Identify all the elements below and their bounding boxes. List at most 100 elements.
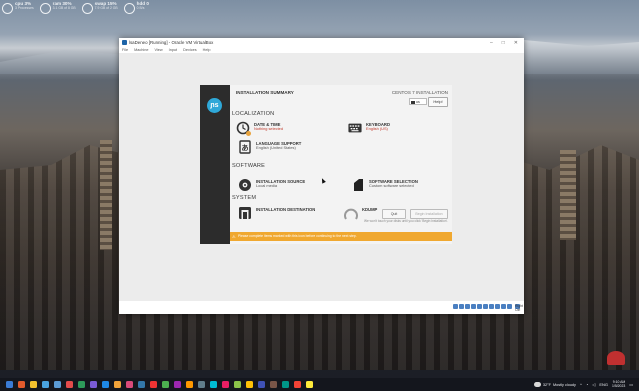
usb-status-icon[interactable] — [477, 304, 482, 309]
taskbar-app-icon[interactable] — [18, 381, 25, 388]
spoke-installation-source[interactable]: INSTALLATION SOURCE Local media — [238, 178, 305, 192]
svg-text:あ: あ — [242, 143, 249, 152]
virtualbox-window[interactable]: lsaDeneo [Running] - Oracle VM VirtualBo… — [119, 38, 524, 314]
spoke-status: Local media — [256, 183, 277, 189]
taskbar-app-icon[interactable] — [54, 381, 61, 388]
taskbar-app-icon[interactable] — [90, 381, 97, 388]
minimize-button[interactable]: – — [490, 40, 493, 46]
section-software: SOFTWARE — [232, 163, 266, 169]
weather-desc: Mostly cloudy — [552, 382, 576, 387]
volume-icon[interactable]: ◁ — [592, 382, 595, 387]
widget-detail: 3.1 GB of 8 GB — [52, 5, 76, 10]
shared-folder-status-icon[interactable] — [483, 304, 488, 309]
ring-gauge-icon — [81, 3, 93, 14]
spoke-software-selection[interactable]: SOFTWARE SELECTION Custom software selec… — [351, 178, 418, 192]
warning-icon — [246, 131, 251, 136]
spoke-status: English (United States) — [256, 145, 296, 151]
widget-detail: 7.9 GB of 2 GB — [94, 5, 118, 10]
weather-widget[interactable]: 32°F Mostly cloudy — [533, 382, 576, 387]
weather-temp: 32°F — [542, 382, 551, 387]
taskbar-app-icon[interactable] — [186, 381, 193, 388]
taskbar-app-icon[interactable] — [30, 381, 37, 388]
hdd-widget: hdd 00 B/s — [123, 1, 149, 14]
cpu-status-icon[interactable] — [501, 304, 506, 309]
incomplete-items-warning: Please complete items marked with this i… — [230, 232, 452, 241]
spoke-title: KDUMP — [362, 207, 378, 212]
tray-chevron-icon[interactable]: ^ — [580, 382, 582, 387]
kdump-icon — [344, 206, 358, 220]
taskbar-app-icon[interactable] — [234, 381, 241, 388]
begin-installation-button[interactable]: Begin Installation — [410, 209, 448, 219]
taskbar-app-icon[interactable] — [198, 381, 205, 388]
taskbar-app-icon[interactable] — [282, 381, 289, 388]
notifications-icon[interactable]: ▭ — [629, 382, 633, 387]
anaconda-installer: ɲs INSTALLATION SUMMARY CENTOS 7 INSTALL… — [200, 85, 452, 244]
taskbar-app-icon[interactable] — [162, 381, 169, 388]
clock[interactable]: 9:10 AM 1/5/2023 — [612, 380, 626, 388]
wallpaper-red-roof — [607, 351, 625, 365]
spoke-kdump[interactable]: KDUMP — [344, 206, 377, 220]
spoke-language-support[interactable]: あ LANGUAGE SUPPORT English (United State… — [238, 140, 301, 154]
network-icon[interactable]: ◔ — [586, 382, 588, 387]
taskbar-app-icon[interactable] — [150, 381, 157, 388]
taskbar-app-icon[interactable] — [258, 381, 265, 388]
menu-input[interactable]: Input — [169, 48, 177, 52]
spoke-status: Custom software selected — [369, 183, 414, 189]
taskbar-app-icon[interactable] — [210, 381, 217, 388]
spoke-date-time[interactable]: DATE & TIME Nothing selected — [236, 121, 283, 136]
anaconda-logo-icon: ɲs — [207, 98, 222, 113]
ring-gauge-icon — [2, 3, 13, 14]
cpu-widget: cpu 3% 3 Processes — [2, 1, 34, 14]
menu-help[interactable]: Help — [203, 48, 211, 52]
taskbar-app-icon[interactable] — [114, 381, 121, 388]
maximize-button[interactable]: □ — [502, 40, 505, 46]
quit-button[interactable]: Quit — [382, 209, 406, 219]
audio-status-icon[interactable] — [465, 304, 470, 309]
taskbar-app-icon[interactable] — [138, 381, 145, 388]
menu-file[interactable]: File — [122, 48, 128, 52]
mouse-capture-icon[interactable] — [507, 304, 512, 309]
input-language[interactable]: ENG — [599, 382, 608, 387]
menu-devices[interactable]: Devices — [183, 48, 197, 52]
help-button[interactable]: Help! — [428, 97, 448, 107]
taskbar-app-icon[interactable] — [66, 381, 73, 388]
keyboard-layout-indicator[interactable]: us — [409, 98, 427, 105]
taskbar-app-icon[interactable] — [246, 381, 253, 388]
taskbar-pinned-apps — [0, 381, 313, 388]
taskbar-app-icon[interactable] — [174, 381, 181, 388]
installer-footer-buttons: Quit Begin Installation — [382, 209, 448, 219]
menu-view[interactable]: View — [154, 48, 162, 52]
section-localization: LOCALIZATION — [232, 111, 275, 117]
close-button[interactable]: ✕ — [514, 40, 518, 46]
hdd-status-icon[interactable] — [453, 304, 458, 309]
taskbar-app-icon[interactable] — [294, 381, 301, 388]
wallpaper-tower — [100, 140, 112, 250]
taskbar-app-icon[interactable] — [102, 381, 109, 388]
optical-status-icon[interactable] — [459, 304, 464, 309]
cloud-icon — [533, 382, 541, 387]
spoke-title: INSTALLATION DESTINATION — [256, 207, 316, 212]
network-status-icon[interactable] — [471, 304, 476, 309]
spoke-status: English (US) — [366, 126, 388, 132]
window-titlebar[interactable]: lsaDeneo [Running] - Oracle VM VirtualBo… — [119, 38, 524, 47]
clock-date: 1/5/2023 — [612, 383, 626, 388]
spoke-keyboard[interactable]: KEYBOARD English (US) — [348, 121, 390, 135]
swap-widget: swap 15% 7.9 GB of 2 GB — [81, 1, 118, 14]
product-title: CENTOS 7 INSTALLATION — [391, 90, 448, 95]
taskbar-app-icon[interactable] — [126, 381, 133, 388]
virtualbox-logo-icon — [122, 40, 127, 45]
taskbar-app-icon[interactable] — [222, 381, 229, 388]
taskbar-app-icon[interactable] — [306, 381, 313, 388]
clock-icon — [236, 121, 251, 136]
disc-icon — [238, 178, 252, 192]
recording-status-icon[interactable] — [495, 304, 500, 309]
taskbar-app-icon[interactable] — [78, 381, 85, 388]
start-icon[interactable] — [6, 381, 13, 388]
host-key-label: Right Ctrl — [515, 304, 523, 312]
menu-machine[interactable]: Machine — [134, 48, 148, 52]
ring-gauge-icon — [39, 3, 51, 14]
taskbar-app-icon[interactable] — [270, 381, 277, 388]
spoke-installation-destination[interactable]: INSTALLATION DESTINATION — [238, 206, 315, 220]
display-status-icon[interactable] — [489, 304, 494, 309]
taskbar-app-icon[interactable] — [42, 381, 49, 388]
